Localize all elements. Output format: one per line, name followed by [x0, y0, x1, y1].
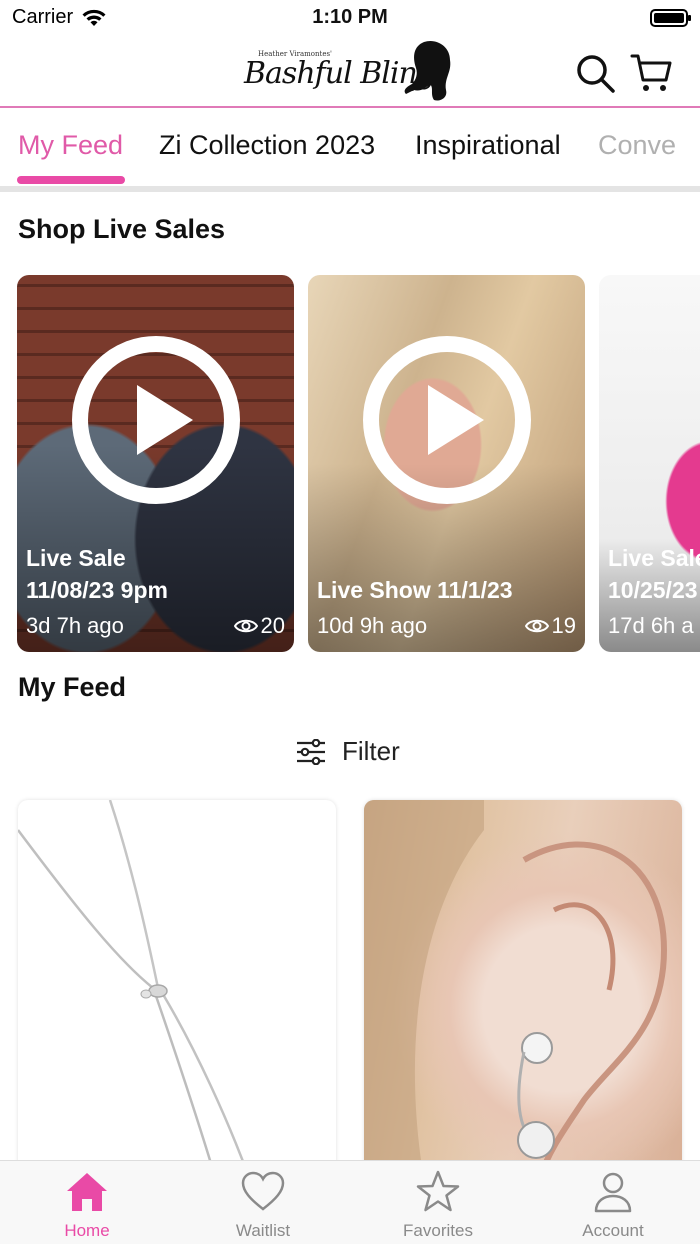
necklace-image: [18, 800, 252, 1180]
play-icon[interactable]: [362, 335, 532, 505]
eye-icon: [233, 619, 258, 633]
category-tabs: My Feed Zi Collection 2023 Inspirational…: [0, 110, 700, 194]
star-icon: [416, 1170, 460, 1212]
live-sale-card[interactable]: Live Sale 11/08/23 9pm 3d 7h ago 20: [17, 275, 294, 652]
view-count-value: 20: [260, 613, 285, 638]
live-sale-card[interactable]: Live Sale 10/25/23 17d 6h a: [599, 275, 700, 652]
live-card-date: 11/08/23 9pm: [26, 577, 168, 603]
heart-icon: [241, 1171, 285, 1211]
live-sale-card[interactable]: Live Show 11/1/23 10d 9h ago 19: [308, 275, 585, 652]
live-card-title: Live Sale: [608, 545, 700, 571]
bottom-tab-bar: Home Waitlist Favorites Account: [0, 1160, 700, 1244]
nav-account-label: Account: [582, 1221, 644, 1240]
live-sales-title: Shop Live Sales: [18, 214, 226, 244]
play-icon[interactable]: [71, 335, 241, 505]
person-icon: [594, 1172, 632, 1213]
filter-label: Filter: [342, 736, 400, 766]
battery-icon: [650, 9, 691, 27]
woman-silhouette-icon: [404, 40, 451, 101]
active-tab-indicator: [17, 176, 125, 184]
tab-conversation[interactable]: Conve: [598, 130, 676, 161]
live-card-age: 10d 9h ago: [317, 613, 428, 638]
tab-my-feed[interactable]: My Feed: [18, 130, 123, 161]
nav-home[interactable]: Home: [27, 1169, 147, 1241]
view-count: 20: [233, 613, 285, 639]
cart-icon[interactable]: [630, 52, 672, 94]
app-header: Heather Viramontes' Bashful Bling: [0, 36, 700, 108]
nav-favorites-label: Favorites: [403, 1221, 473, 1240]
brand-logo[interactable]: Heather Viramontes' Bashful Bling: [240, 36, 460, 106]
earring-image: [364, 800, 668, 1180]
search-icon[interactable]: [574, 52, 616, 94]
nav-account[interactable]: Account: [553, 1169, 673, 1241]
status-bar: Carrier 1:10 PM: [0, 0, 700, 36]
tabs-divider: [0, 186, 700, 192]
live-card-age: 3d 7h ago: [26, 613, 124, 638]
live-card-title: Live Show 11/1/23: [317, 577, 513, 603]
live-card-title: Live Sale: [26, 545, 126, 571]
sliders-icon: [297, 738, 325, 765]
live-sales-carousel[interactable]: Live Sale 11/08/23 9pm 3d 7h ago 20 Live…: [0, 275, 700, 652]
product-card-earring[interactable]: [364, 800, 682, 1180]
clock: 1:10 PM: [312, 6, 388, 28]
nav-favorites[interactable]: Favorites: [378, 1169, 498, 1241]
filter-button[interactable]: Filter: [296, 736, 400, 767]
nav-waitlist-label: Waitlist: [235, 1221, 291, 1240]
nav-waitlist[interactable]: Waitlist: [203, 1169, 323, 1241]
live-card-date: 10/25/23: [608, 577, 698, 603]
tab-zi-collection-2023[interactable]: Zi Collection 2023: [159, 130, 375, 161]
nav-home-label: Home: [64, 1221, 110, 1240]
live-card-age: 17d 6h a: [608, 613, 694, 638]
product-card-necklace[interactable]: [18, 800, 336, 1180]
eye-icon: [524, 619, 549, 633]
tab-inspirational[interactable]: Inspirational: [415, 130, 561, 161]
view-count: 19: [524, 613, 576, 639]
view-count-value: 19: [551, 613, 576, 638]
home-icon: [67, 1173, 107, 1211]
my-feed-title: My Feed: [18, 672, 127, 702]
